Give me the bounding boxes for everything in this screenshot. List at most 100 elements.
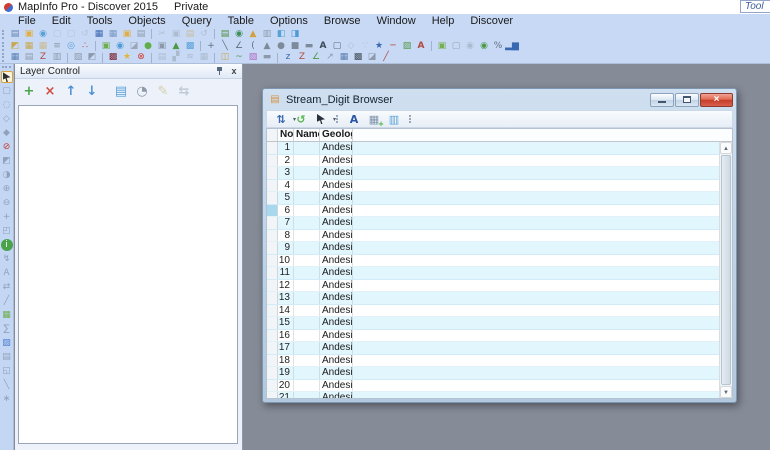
header-row-selector[interactable] <box>267 129 278 141</box>
refresh[interactable]: ↺ <box>293 112 309 126</box>
tool-options[interactable]: ∗ <box>1 393 13 405</box>
set-target-district[interactable]: ▤ <box>1 351 13 363</box>
cell-geology[interactable]: Andesite <box>320 167 353 179</box>
cell-geology[interactable]: Andesite <box>320 154 353 166</box>
cell-name[interactable] <box>294 179 320 191</box>
cell-no[interactable]: 18 <box>278 354 294 366</box>
row-selector-cell[interactable] <box>267 354 278 366</box>
discover-link[interactable]: ◉ <box>464 41 476 52</box>
eyedropper-tool[interactable]: ╲ <box>1 379 13 391</box>
info-tool[interactable]: i <box>0 239 13 251</box>
table-row[interactable]: 13 Andesite <box>267 292 719 305</box>
window-hot-views[interactable]: ◨ <box>289 29 301 40</box>
select-tool[interactable] <box>0 71 13 83</box>
paste[interactable]: ▤ <box>184 29 196 40</box>
cell-geology[interactable]: Andesite <box>320 279 353 291</box>
toolbar-grip[interactable] <box>2 41 5 51</box>
select-arrow[interactable]: ▾ <box>313 112 336 126</box>
table-row[interactable]: 10 Andesite <box>267 254 719 267</box>
cell-no[interactable]: 15 <box>278 317 294 329</box>
graph-select[interactable]: ◑ <box>1 169 13 181</box>
layer-movable[interactable]: ⇆ <box>174 82 194 101</box>
digitise-z[interactable]: z <box>282 52 294 63</box>
row-selector-cell[interactable] <box>267 229 278 241</box>
restore-button[interactable] <box>675 92 699 107</box>
legend-editor[interactable]: ◫ <box>219 52 231 63</box>
cell-geology[interactable]: Andesite <box>320 292 353 304</box>
select-region[interactable]: ◩ <box>86 52 98 63</box>
layer-visibility[interactable]: ▤ <box>111 82 131 101</box>
cell-geology[interactable]: Andesite <box>320 242 353 254</box>
cell-no[interactable]: 19 <box>278 367 294 379</box>
pan-hand[interactable]: + <box>1 211 13 223</box>
table-row[interactable]: 15 Andesite <box>267 317 719 330</box>
row-selector-cell[interactable] <box>267 167 278 179</box>
cell-no[interactable]: 10 <box>278 254 294 266</box>
cell-no[interactable]: 11 <box>278 267 294 279</box>
cell-no[interactable]: 9 <box>278 242 294 254</box>
cell-no[interactable]: 12 <box>278 279 294 291</box>
cell-name[interactable] <box>294 267 320 279</box>
sort-filter[interactable]: ⇅ ▾ <box>273 112 296 126</box>
table-structure[interactable]: ≡ <box>51 41 63 52</box>
boundary-select[interactable]: ◆ <box>1 127 13 139</box>
table-row[interactable]: 16 Andesite <box>267 329 719 342</box>
cell-no[interactable]: 4 <box>278 179 294 191</box>
add-node-tool[interactable]: ∵ <box>359 41 371 52</box>
scroll-thumb[interactable] <box>721 155 731 385</box>
grid-slope[interactable]: ▞ <box>170 52 182 63</box>
cell-geology[interactable]: Andesite <box>320 267 353 279</box>
symbol-style[interactable]: ★ <box>373 41 385 52</box>
digitise-angle[interactable]: ∠ <box>310 52 322 63</box>
cell-name[interactable] <box>294 292 320 304</box>
cell-geology[interactable]: Andesite <box>320 317 353 329</box>
vertical-scrollbar[interactable]: ▲ ▼ <box>719 142 732 398</box>
geocode[interactable]: ◎ <box>65 41 77 52</box>
cell-geology[interactable]: Andesite <box>320 179 353 191</box>
label-tool[interactable]: A <box>1 267 13 279</box>
copy[interactable]: ▣ <box>170 29 182 40</box>
rounded-rectangle-tool[interactable]: ▬ <box>303 41 315 52</box>
reshape-tool[interactable]: ◇ <box>345 41 357 52</box>
invert-selection[interactable]: ◩ <box>9 41 21 52</box>
digitise-line[interactable]: ╱ <box>380 52 392 63</box>
invert-selection[interactable]: ◩ <box>1 155 13 167</box>
cell-no[interactable]: 1 <box>278 142 294 154</box>
tool-floating-button[interactable]: Tool <box>740 0 770 13</box>
row-selector-cell[interactable] <box>267 392 278 398</box>
digitise-half[interactable]: ◪ <box>366 52 378 63</box>
region-style[interactable]: ▨ <box>401 41 413 52</box>
table-row[interactable]: 14 Andesite <box>267 304 719 317</box>
open-web-service[interactable]: ◉ <box>37 29 49 40</box>
layout-tool[interactable]: ▬ <box>261 52 273 63</box>
revert-table[interactable]: ↺ <box>79 29 91 40</box>
world-map[interactable]: ◉ <box>114 41 126 52</box>
browser-titlebar[interactable]: ▤ Stream_Digit Browser × <box>263 89 736 110</box>
digitise-solid[interactable]: ▩ <box>352 52 364 63</box>
select-rectangle[interactable]: ▧ <box>72 52 84 63</box>
graph-window[interactable]: ◪ <box>128 41 140 52</box>
profile-tool[interactable]: ~ <box>233 52 245 63</box>
row-selector-cell[interactable] <box>267 154 278 166</box>
rectangle-tool[interactable]: ■ <box>289 41 301 52</box>
menu-item-table[interactable]: Table <box>220 14 262 28</box>
table-row[interactable]: 21 Andesite <box>267 392 719 398</box>
cell-name[interactable] <box>294 167 320 179</box>
new-redistricter[interactable]: ◧ <box>275 29 287 40</box>
new-table[interactable]: ▤ <box>9 29 21 40</box>
row-selector-cell[interactable] <box>267 342 278 354</box>
cell-no[interactable]: 2 <box>278 154 294 166</box>
row-selector-cell[interactable] <box>267 304 278 316</box>
remove-layers[interactable]: × <box>40 82 60 101</box>
auto-hide-pin-icon[interactable] <box>215 66 225 76</box>
update-column[interactable]: Z <box>37 52 49 63</box>
discover-scale[interactable]: % <box>492 41 504 52</box>
close-icon[interactable]: x <box>229 66 239 76</box>
save-workspace[interactable]: ▣ <box>121 29 133 40</box>
table-row[interactable]: 11 Andesite <box>267 267 719 280</box>
stop-tool[interactable]: ⊗ <box>135 52 147 63</box>
select-all[interactable]: ▦ <box>23 41 35 52</box>
grid-contour[interactable]: ≋ <box>184 52 196 63</box>
row-selector-cell[interactable] <box>267 267 278 279</box>
undo[interactable]: ↺ <box>198 29 210 40</box>
